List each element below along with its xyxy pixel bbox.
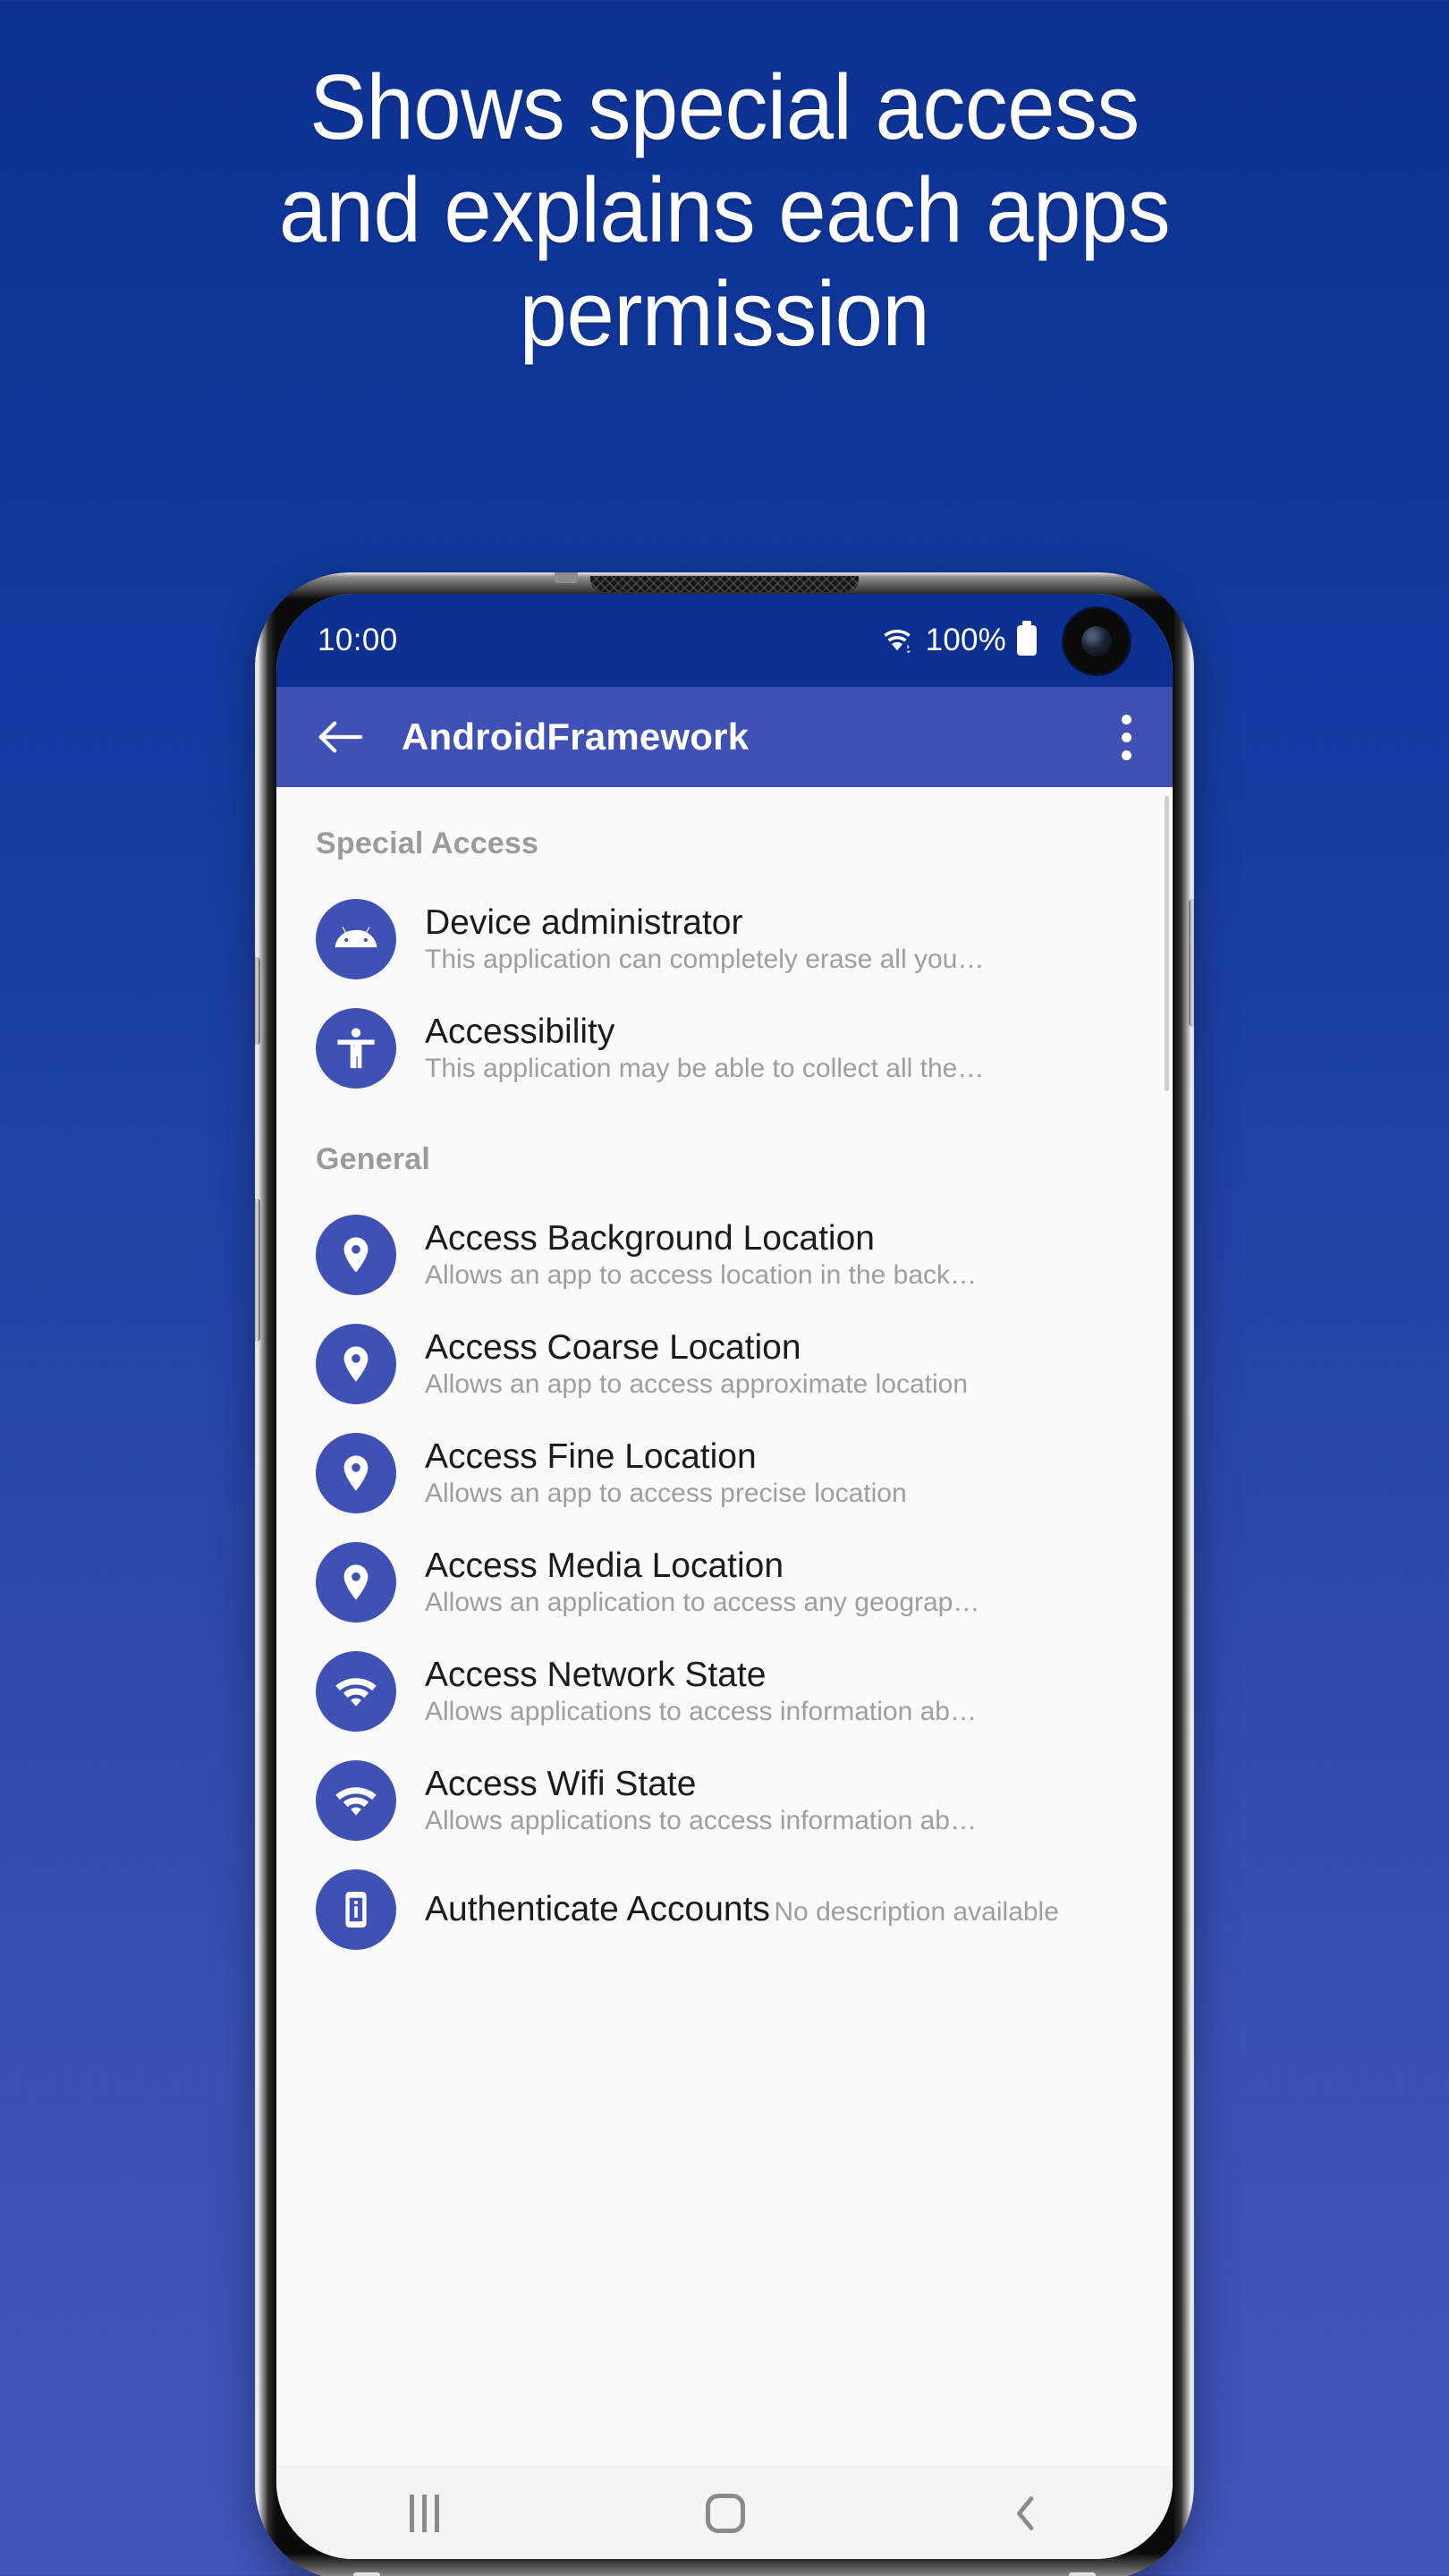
list-item-title: Access Coarse Location bbox=[425, 1327, 801, 1367]
list-item[interactable]: Access Coarse Location Allows an app to … bbox=[276, 1309, 1173, 1419]
device-info-icon bbox=[316, 1869, 396, 1950]
wifi-icon bbox=[316, 1651, 396, 1732]
overflow-menu-icon[interactable] bbox=[1122, 714, 1139, 760]
list-item-text: Access Coarse Location Allows an app to … bbox=[425, 1327, 1140, 1402]
list-item-text: Authenticate Accounts No description ava… bbox=[425, 1889, 1140, 1931]
list-item[interactable]: Access Media Location Allows an applicat… bbox=[276, 1528, 1173, 1637]
list-item-title: Access Background Location bbox=[425, 1218, 875, 1258]
accessibility-icon bbox=[316, 1008, 396, 1089]
list-item-title: Device administrator bbox=[425, 902, 743, 942]
list-item-text: Access Wifi State Allows applications to… bbox=[425, 1764, 1140, 1838]
list-item[interactable]: Accessibility This application may be ab… bbox=[276, 994, 1173, 1103]
list-item[interactable]: Access Background Location Allows an app… bbox=[276, 1200, 1173, 1309]
power-button[interactable] bbox=[1189, 899, 1194, 1027]
list-item-title: Access Network State bbox=[425, 1655, 767, 1694]
status-bar: 10:00 100% bbox=[276, 594, 1173, 687]
system-navigation-bar bbox=[276, 2466, 1173, 2559]
section-header-general: General bbox=[316, 1142, 431, 1176]
permission-list[interactable]: Special Access Device administrator This… bbox=[276, 787, 1173, 2559]
list-item-text: Accessibility This application may be ab… bbox=[425, 1012, 1140, 1086]
wifi-icon bbox=[879, 625, 915, 656]
headline-line-3: permission bbox=[519, 261, 930, 365]
battery-full-icon bbox=[1017, 621, 1037, 656]
list-item-subtitle: Allows applications to access informatio… bbox=[425, 1697, 977, 1727]
list-item[interactable]: Access Fine Location Allows an app to ac… bbox=[276, 1419, 1173, 1528]
section-header-special-access: Special Access bbox=[316, 826, 539, 860]
headline-line-1: Shows special access bbox=[309, 55, 1140, 158]
list-item[interactable]: Access Network State Allows applications… bbox=[276, 1637, 1173, 1746]
list-item-title: Access Media Location bbox=[425, 1546, 784, 1585]
list-item-subtitle: No description available bbox=[774, 1896, 1059, 1927]
home-icon[interactable] bbox=[706, 2493, 746, 2533]
list-item-title: Accessibility bbox=[425, 1012, 615, 1051]
scrollbar[interactable] bbox=[1165, 796, 1169, 1091]
headline-line-2: and explains each apps bbox=[278, 158, 1171, 262]
list-item-subtitle: Allows applications to access informatio… bbox=[425, 1806, 977, 1836]
microphone-icon bbox=[555, 572, 578, 583]
android-robot-icon bbox=[316, 899, 396, 979]
list-item-subtitle: Allows an app to access approximate loca… bbox=[425, 1369, 969, 1400]
list-item-subtitle: Allows an app to access precise location bbox=[425, 1479, 907, 1509]
list-item-title: Authenticate Accounts bbox=[425, 1889, 770, 1928]
list-item-subtitle: Allows an application to access any geog… bbox=[425, 1588, 980, 1618]
list-item-subtitle: This application can completely erase al… bbox=[425, 945, 985, 975]
list-item[interactable]: Authenticate Accounts No description ava… bbox=[276, 1855, 1173, 1964]
list-item-title: Access Wifi State bbox=[425, 1764, 697, 1803]
phone-screen: 10:00 100% AndroidFramework Special Acce… bbox=[276, 594, 1173, 2559]
volume-down-button[interactable] bbox=[255, 1199, 260, 1342]
page-title: Shows special access and explains each a… bbox=[51, 55, 1399, 365]
app-bar: AndroidFramework bbox=[276, 687, 1173, 787]
wifi-icon bbox=[316, 1760, 396, 1841]
list-item-text: Access Fine Location Allows an app to ac… bbox=[425, 1436, 1140, 1511]
list-item-subtitle: Allows an app to access location in the … bbox=[425, 1260, 978, 1291]
front-camera-punchhole-icon bbox=[1063, 608, 1130, 674]
location-pin-icon bbox=[316, 1433, 396, 1513]
list-item-subtitle: This application may be able to collect … bbox=[425, 1054, 985, 1084]
app-bar-title: AndroidFramework bbox=[402, 716, 750, 758]
back-arrow-icon[interactable] bbox=[316, 717, 364, 757]
status-time: 10:00 bbox=[318, 623, 398, 657]
back-icon[interactable] bbox=[1013, 2494, 1039, 2533]
earpiece-speaker-icon bbox=[590, 576, 859, 592]
location-pin-icon bbox=[316, 1215, 396, 1295]
phone-frame: 10:00 100% AndroidFramework Special Acce… bbox=[255, 572, 1194, 2576]
list-item-title: Access Fine Location bbox=[425, 1436, 757, 1476]
phone-bottom-accent-right bbox=[1069, 2572, 1096, 2576]
volume-up-button[interactable] bbox=[255, 957, 260, 1045]
phone-mockup: 10:00 100% AndroidFramework Special Acce… bbox=[255, 572, 1194, 2576]
list-item[interactable]: Device administrator This application ca… bbox=[276, 885, 1173, 994]
list-item-text: Access Background Location Allows an app… bbox=[425, 1218, 1140, 1292]
location-pin-icon bbox=[316, 1324, 396, 1404]
battery-percent-label: 100% bbox=[925, 623, 1006, 657]
list-item-text: Access Network State Allows applications… bbox=[425, 1655, 1140, 1729]
location-pin-icon bbox=[316, 1542, 396, 1623]
recents-icon[interactable] bbox=[410, 2494, 440, 2532]
list-item[interactable]: Access Wifi State Allows applications to… bbox=[276, 1746, 1173, 1855]
phone-bottom-accent-left bbox=[353, 2572, 380, 2576]
list-item-text: Access Media Location Allows an applicat… bbox=[425, 1546, 1140, 1620]
list-item-text: Device administrator This application ca… bbox=[425, 902, 1140, 977]
